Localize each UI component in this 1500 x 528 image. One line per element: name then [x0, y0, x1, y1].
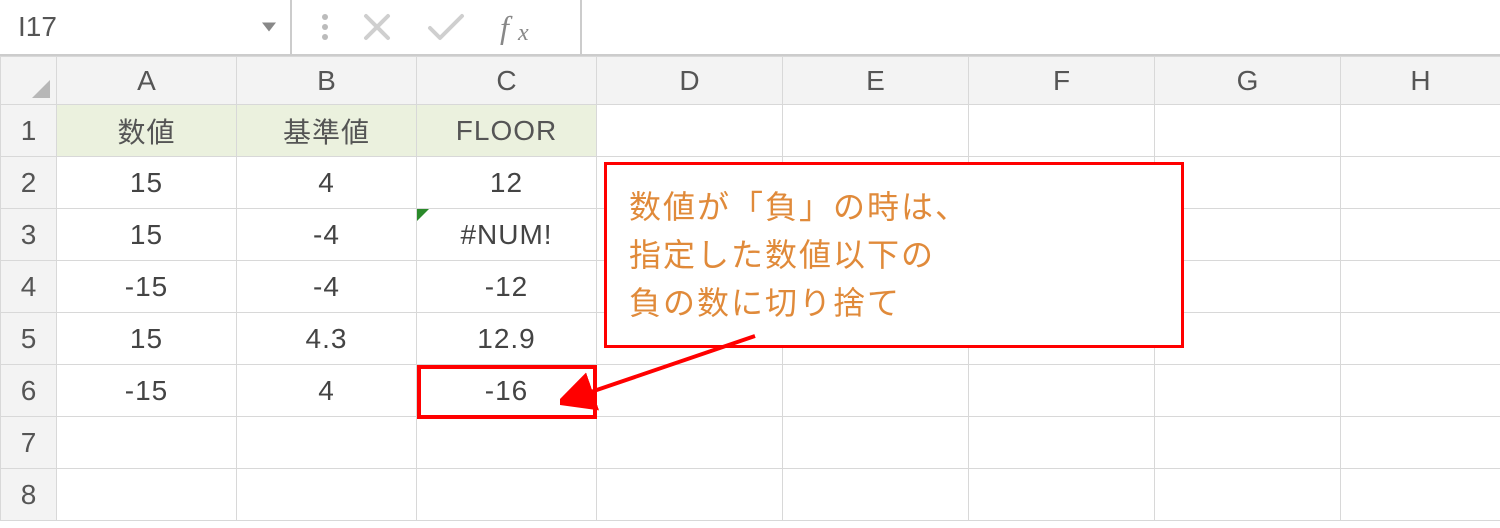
cell-A1[interactable]: 数値	[57, 105, 237, 157]
cell-H8[interactable]	[1341, 469, 1500, 521]
cell-E7[interactable]	[783, 417, 969, 469]
cell-A7[interactable]	[57, 417, 237, 469]
chevron-down-icon[interactable]	[262, 23, 276, 32]
formula-input[interactable]	[582, 0, 1500, 54]
row-6: 6 -15 4 -16	[1, 365, 1500, 417]
cell-H7[interactable]	[1341, 417, 1500, 469]
cell-G6[interactable]	[1155, 365, 1341, 417]
cell-F1[interactable]	[969, 105, 1155, 157]
col-header-B[interactable]: B	[237, 57, 417, 105]
col-header-H[interactable]: H	[1341, 57, 1500, 105]
cell-G1[interactable]	[1155, 105, 1341, 157]
col-header-C[interactable]: C	[417, 57, 597, 105]
col-header-G[interactable]: G	[1155, 57, 1341, 105]
cell-B2[interactable]: 4	[237, 157, 417, 209]
select-all-corner[interactable]	[1, 57, 57, 105]
cell-C2[interactable]: 12	[417, 157, 597, 209]
cell-D6[interactable]	[597, 365, 783, 417]
cell-C7[interactable]	[417, 417, 597, 469]
cell-H6[interactable]	[1341, 365, 1500, 417]
cell-F8[interactable]	[969, 469, 1155, 521]
cell-C4[interactable]: -12	[417, 261, 597, 313]
cell-H5[interactable]	[1341, 313, 1500, 365]
cell-C1[interactable]: FLOOR	[417, 105, 597, 157]
callout-line3: 負の数に切り捨て	[629, 279, 1159, 327]
cell-B8[interactable]	[237, 469, 417, 521]
cell-C8[interactable]	[417, 469, 597, 521]
cancel-icon	[362, 12, 392, 42]
svg-text:x: x	[517, 20, 529, 46]
fx-icon[interactable]: f x	[500, 8, 550, 46]
row-header-5[interactable]: 5	[1, 313, 57, 365]
callout-line1: 数値が「負」の時は、	[629, 183, 1159, 231]
cell-G8[interactable]	[1155, 469, 1341, 521]
row-header-4[interactable]: 4	[1, 261, 57, 313]
row-header-8[interactable]: 8	[1, 469, 57, 521]
row-header-1[interactable]: 1	[1, 105, 57, 157]
cell-G7[interactable]	[1155, 417, 1341, 469]
cell-E1[interactable]	[783, 105, 969, 157]
formula-bar: I17 f x	[0, 0, 1500, 56]
cell-A5[interactable]: 15	[57, 313, 237, 365]
cell-E8[interactable]	[783, 469, 969, 521]
name-box-value: I17	[18, 11, 57, 43]
cell-F6[interactable]	[969, 365, 1155, 417]
row-7: 7	[1, 417, 1500, 469]
row-header-7[interactable]: 7	[1, 417, 57, 469]
cell-H4[interactable]	[1341, 261, 1500, 313]
cell-B3[interactable]: -4	[237, 209, 417, 261]
cell-C5[interactable]: 12.9	[417, 313, 597, 365]
cell-B5[interactable]: 4.3	[237, 313, 417, 365]
cell-H2[interactable]	[1341, 157, 1500, 209]
cell-F7[interactable]	[969, 417, 1155, 469]
cell-C3[interactable]: #NUM!	[417, 209, 597, 261]
cell-B6[interactable]: 4	[237, 365, 417, 417]
cell-A6[interactable]: -15	[57, 365, 237, 417]
cell-A3[interactable]: 15	[57, 209, 237, 261]
cell-D1[interactable]	[597, 105, 783, 157]
col-header-F[interactable]: F	[969, 57, 1155, 105]
svg-text:f: f	[500, 9, 513, 45]
cell-H1[interactable]	[1341, 105, 1500, 157]
cell-A4[interactable]: -15	[57, 261, 237, 313]
cell-B4[interactable]: -4	[237, 261, 417, 313]
spreadsheet-grid: A B C D E F G H 1 数値 基準値 FLOOR 2 15 4 12…	[0, 56, 1500, 521]
cell-C6[interactable]: -16	[417, 365, 597, 417]
callout-box: 数値が「負」の時は、 指定した数値以下の 負の数に切り捨て	[604, 162, 1184, 348]
more-icon[interactable]	[322, 14, 328, 40]
row-header-6[interactable]: 6	[1, 365, 57, 417]
callout-line2: 指定した数値以下の	[629, 231, 1159, 279]
cell-D7[interactable]	[597, 417, 783, 469]
row-1: 1 数値 基準値 FLOOR	[1, 105, 1500, 157]
col-header-A[interactable]: A	[57, 57, 237, 105]
cell-A2[interactable]: 15	[57, 157, 237, 209]
name-box[interactable]: I17	[0, 0, 292, 54]
cell-E6[interactable]	[783, 365, 969, 417]
column-header-row: A B C D E F G H	[1, 57, 1500, 105]
col-header-D[interactable]: D	[597, 57, 783, 105]
formula-bar-buttons: f x	[292, 0, 582, 54]
confirm-icon	[426, 12, 466, 42]
cell-B7[interactable]	[237, 417, 417, 469]
cell-A8[interactable]	[57, 469, 237, 521]
cell-B1[interactable]: 基準値	[237, 105, 417, 157]
row-header-3[interactable]: 3	[1, 209, 57, 261]
cell-D8[interactable]	[597, 469, 783, 521]
cell-H3[interactable]	[1341, 209, 1500, 261]
row-header-2[interactable]: 2	[1, 157, 57, 209]
col-header-E[interactable]: E	[783, 57, 969, 105]
row-8: 8	[1, 469, 1500, 521]
